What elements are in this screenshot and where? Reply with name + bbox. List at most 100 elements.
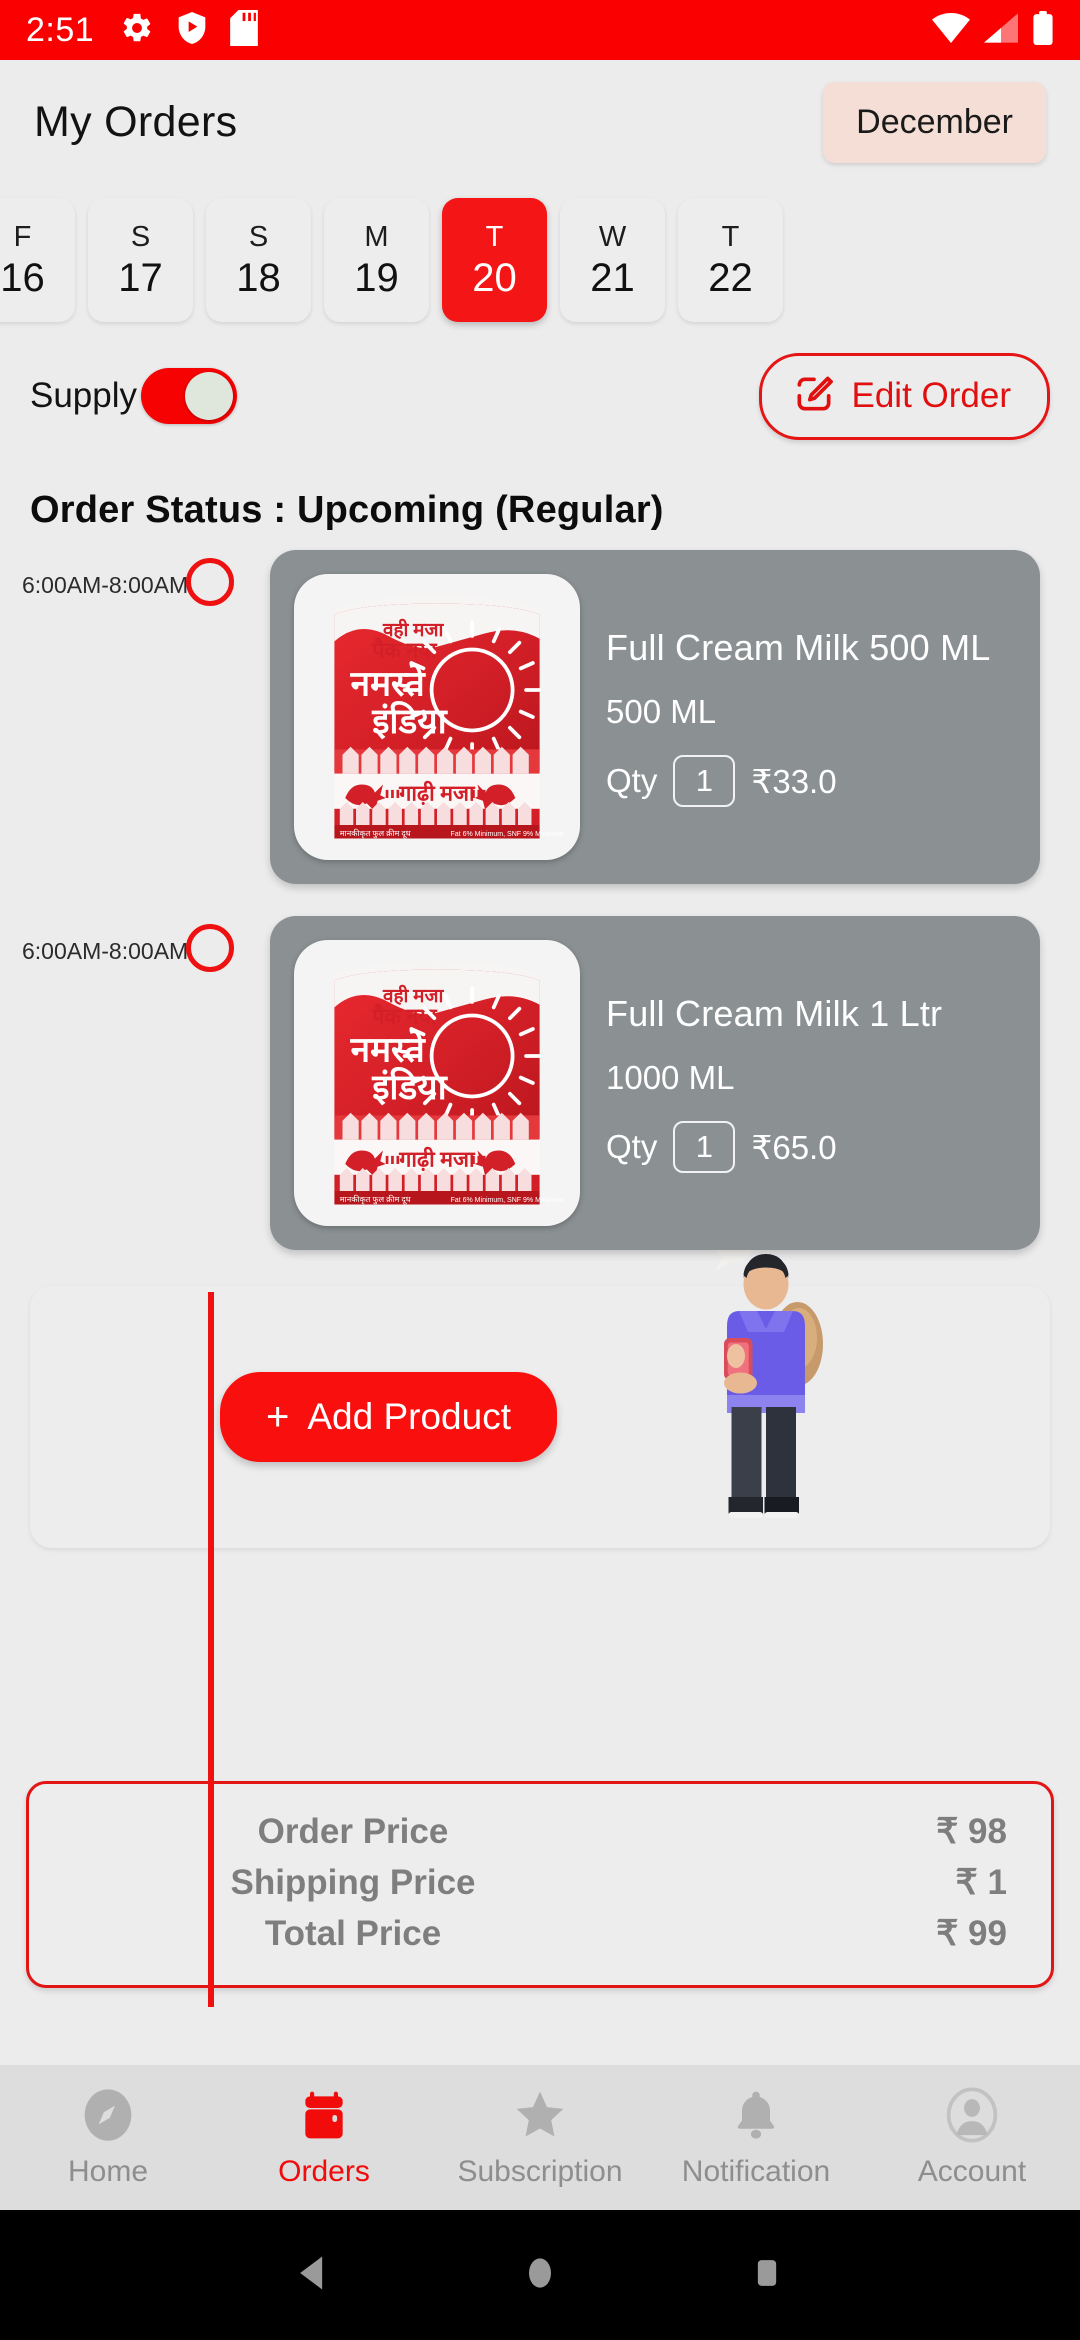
- svg-text:वही मजा: वही मजा: [382, 984, 444, 1007]
- price-value: ₹ 1: [955, 1862, 1007, 1902]
- delivery-person-illustration: [670, 1200, 850, 1535]
- gear-icon: [120, 11, 154, 50]
- price-label: Shipping Price: [230, 1862, 476, 1902]
- svg-text:इंडिया: इंडिया: [371, 1067, 448, 1107]
- quantity-value[interactable]: 1: [673, 755, 736, 807]
- bottom-navigation-bar[interactable]: Home Orders Subscription Notification Ac…: [0, 2065, 1080, 2210]
- product-image: वही मजा पैक नया नमस्ते इंडिया गाढ़ी मजा …: [294, 574, 580, 860]
- date-cell-22[interactable]: T 22: [678, 198, 783, 322]
- date-cell-19[interactable]: M 19: [324, 198, 429, 322]
- add-product-button[interactable]: + Add Product: [220, 1372, 557, 1462]
- shield-play-icon: [176, 10, 208, 51]
- timeline-line: [208, 1292, 214, 2007]
- nav-item-orders[interactable]: Orders: [216, 2087, 432, 2189]
- nav-item-account[interactable]: Account: [864, 2086, 1080, 2189]
- order-status-heading: Order Status : Upcoming (Regular): [30, 489, 664, 531]
- product-card[interactable]: वही मजा पैक नया नमस्ते इंडिया गाढ़ी मजा …: [270, 916, 1040, 1250]
- timeline-dot: [186, 924, 234, 972]
- svg-text:पैक नया: पैक नया: [371, 638, 438, 663]
- date-dow: F: [13, 220, 32, 253]
- date-cell-21[interactable]: W 21: [560, 198, 665, 322]
- date-num: 17: [118, 255, 163, 300]
- date-num: 16: [0, 255, 45, 300]
- item-price: ₹33.0: [751, 762, 837, 800]
- compass-icon: [80, 2087, 136, 2148]
- nav-label: Account: [917, 2154, 1027, 2188]
- bell-icon: [728, 2087, 784, 2148]
- product-image: वही मजा पैक नया नमस्ते इंडिया गाढ़ी मजा …: [294, 940, 580, 1226]
- price-value: ₹ 99: [936, 1913, 1007, 1953]
- supply-label: Supply: [30, 376, 138, 415]
- person-icon: [944, 2086, 1000, 2148]
- product-info: Full Cream Milk 500 ML 500 ML Qty 1 ₹33.…: [606, 627, 991, 807]
- svg-text:गाढ़ी मजा: गाढ़ी मजा: [398, 1147, 476, 1172]
- supply-toggle-knob: [185, 372, 234, 420]
- price-label: Order Price: [257, 1811, 449, 1851]
- svg-text:वही मजा: वही मजा: [382, 618, 444, 641]
- order-item-list: 6:00AM-8:00AM वही मजा पैक नया नमस्ते इंड…: [0, 550, 1080, 1250]
- svg-text:गाढ़ी मजा: गाढ़ी मजा: [398, 781, 476, 806]
- date-dow: S: [130, 220, 151, 253]
- back-icon[interactable]: [291, 2251, 335, 2300]
- date-cell-16[interactable]: F 16: [0, 198, 75, 322]
- date-dow: T: [485, 220, 504, 253]
- edit-order-button[interactable]: Edit Order: [758, 352, 1050, 440]
- wifi-icon: [932, 12, 970, 48]
- svg-text:इंडिया: इंडिया: [371, 701, 448, 741]
- date-dow: S: [248, 220, 269, 253]
- date-cell-17[interactable]: S 17: [88, 198, 193, 322]
- sd-card-icon: [230, 9, 259, 51]
- price-summary-panel: Order Price ₹ 98 Shipping Price ₹ 1 Total …: [26, 1781, 1054, 1988]
- edit-pencil-icon: [792, 372, 836, 421]
- svg-text:मानकीकृत फुल क्रीम दूध: मानकीकृत फुल क्रीम दूध: [340, 828, 412, 839]
- status-bar-right-icons: [932, 10, 1054, 50]
- delivery-slot-label: 6:00AM-8:00AM: [22, 572, 189, 598]
- date-cell-18[interactable]: S 18: [206, 198, 311, 322]
- quantity-row: Qty 1 ₹33.0: [606, 755, 991, 807]
- date-selector-strip[interactable]: F 16 S 17 S 18 M 19 T 20 W 21 T 22: [0, 185, 1080, 335]
- date-dow: M: [364, 220, 389, 253]
- month-selector-button[interactable]: December: [823, 82, 1046, 163]
- cellular-signal-icon: [984, 12, 1018, 48]
- product-info: Full Cream Milk 1 Ltr 1000 ML Qty 1 ₹65.…: [606, 993, 942, 1173]
- home-icon[interactable]: [518, 2251, 562, 2300]
- star-icon: [512, 2087, 568, 2148]
- android-navigation-bar[interactable]: [0, 2210, 1080, 2340]
- price-label: Total Price: [264, 1913, 442, 1953]
- date-num: 21: [590, 255, 635, 300]
- order-item-row: 6:00AM-8:00AM वही मजा पैक नया नमस्ते इंड…: [0, 550, 1080, 884]
- svg-text:पैक नया: पैक नया: [371, 1004, 438, 1029]
- app-header: My Orders December: [0, 60, 1080, 185]
- product-card[interactable]: वही मजा पैक नया नमस्ते इंडिया गाढ़ी मजा …: [270, 550, 1040, 884]
- date-dow: W: [598, 220, 627, 253]
- date-num: 20: [472, 255, 517, 300]
- delivery-slot-label: 6:00AM-8:00AM: [22, 938, 189, 964]
- quantity-label: Qty: [606, 762, 658, 799]
- supply-row: Supply Edit Order: [0, 341, 1080, 451]
- date-num: 18: [236, 255, 281, 300]
- nav-item-notification[interactable]: Notification: [648, 2087, 864, 2189]
- product-volume: 500 ML: [606, 693, 717, 730]
- svg-text:नमस्ते: नमस्ते: [350, 1029, 427, 1069]
- product-volume: 1000 ML: [606, 1059, 735, 1096]
- quantity-value[interactable]: 1: [673, 1121, 736, 1173]
- nav-label: Notification: [681, 2154, 831, 2188]
- date-num: 19: [354, 255, 399, 300]
- calendar-icon: [296, 2087, 352, 2148]
- nav-item-home[interactable]: Home: [0, 2087, 216, 2189]
- status-bar-time: 2:51: [26, 10, 95, 49]
- supply-toggle[interactable]: [141, 368, 238, 424]
- price-value: ₹ 98: [936, 1811, 1007, 1851]
- status-bar-left-icons: [120, 9, 259, 51]
- order-item-row: 6:00AM-8:00AM वही मजा पैक नया नमस्ते इंड…: [0, 916, 1080, 1250]
- battery-icon: [1032, 10, 1054, 50]
- nav-label: Subscription: [457, 2154, 623, 2188]
- date-cell-20[interactable]: T 20: [442, 198, 547, 322]
- nav-label: Orders: [278, 2154, 370, 2188]
- status-bar: 2:51: [0, 0, 1080, 60]
- svg-text:मानकीकृत फुल क्रीम दूध: मानकीकृत फुल क्रीम दूध: [340, 1194, 412, 1205]
- recents-icon[interactable]: [745, 2251, 789, 2300]
- nav-item-subscription[interactable]: Subscription: [432, 2087, 648, 2189]
- timeline-dot: [186, 558, 234, 606]
- svg-text:Fat 6% Minimum, SNF 9% Minimum: Fat 6% Minimum, SNF 9% Minimum: [451, 1197, 564, 1204]
